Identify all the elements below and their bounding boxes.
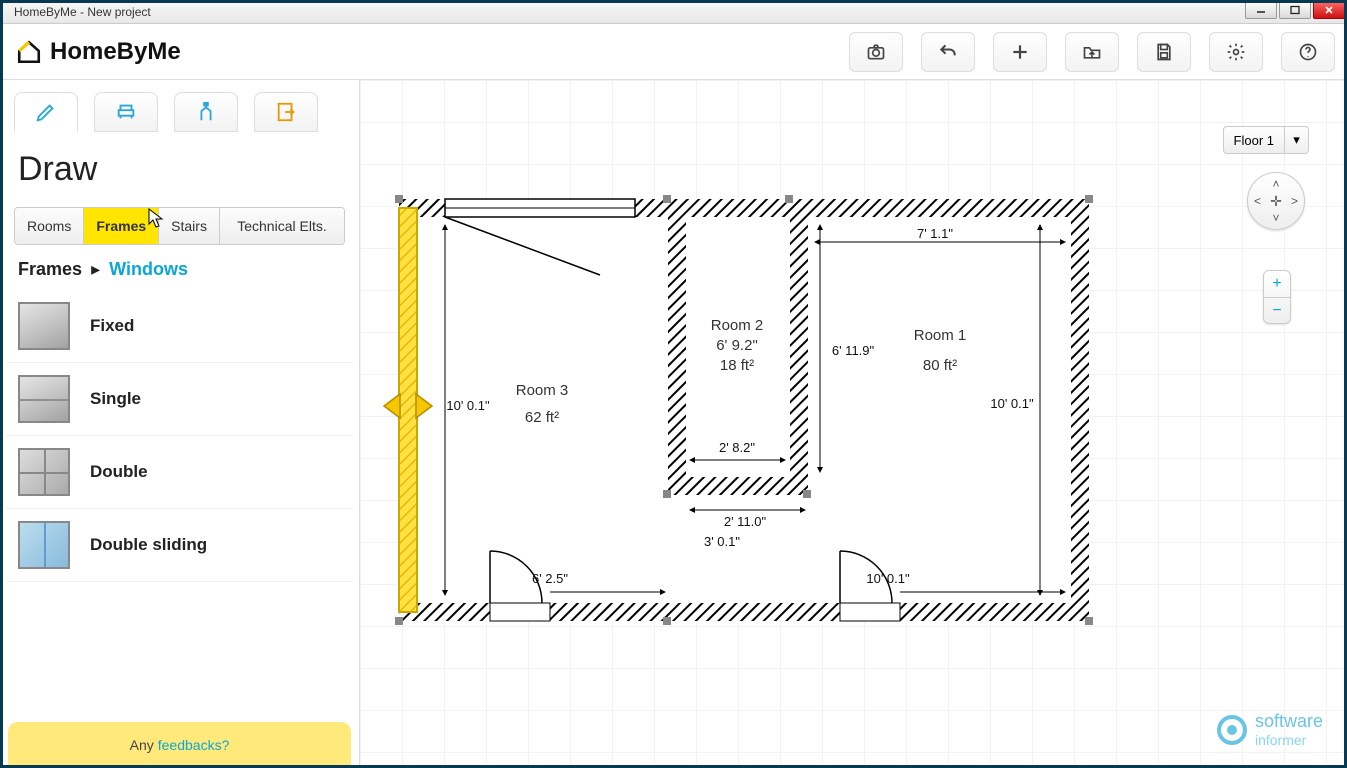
zoom-in-button[interactable]: +	[1264, 271, 1290, 297]
cat-tab-technical[interactable]: Technical Elts.	[220, 208, 344, 244]
add-button[interactable]	[993, 32, 1047, 72]
floorplan[interactable]: Room 3 62 ft² Room 2 6' 9.2" 18 ft² Room…	[390, 190, 1098, 630]
item-fixed[interactable]: Fixed	[6, 290, 353, 363]
zoom-out-button[interactable]: −	[1264, 297, 1290, 323]
help-button[interactable]	[1281, 32, 1335, 72]
mode-tab-decorate[interactable]	[174, 92, 238, 132]
undo-button[interactable]	[921, 32, 975, 72]
pan-center[interactable]: ✛	[1270, 193, 1282, 210]
item-label: Fixed	[90, 316, 134, 336]
window-title: HomeByMe - New project	[14, 5, 151, 19]
item-list: Fixed Single Double Double sliding	[0, 286, 359, 586]
save-button[interactable]	[1137, 32, 1191, 72]
watermark-icon	[1217, 715, 1247, 745]
snapshot-button[interactable]	[849, 32, 903, 72]
mode-tabs	[0, 80, 359, 132]
cat-tab-frames[interactable]: Frames	[84, 208, 159, 244]
section-title: Draw	[0, 132, 359, 199]
watermark: software informer	[1217, 711, 1323, 748]
item-label: Double sliding	[90, 535, 207, 555]
window-double-sliding-icon	[18, 521, 70, 569]
floor-selector[interactable]: Floor 1 ▾	[1223, 126, 1309, 154]
settings-button[interactable]	[1209, 32, 1263, 72]
room2-width: 6' 9.2"	[716, 337, 758, 354]
item-double-sliding[interactable]: Double sliding	[6, 509, 353, 582]
breadcrumb-sep: ▸	[91, 259, 100, 279]
item-double[interactable]: Double	[6, 436, 353, 509]
dim-r3-left: 10' 0.1"	[446, 398, 490, 413]
item-single[interactable]: Single	[6, 363, 353, 436]
sidebar: Draw Rooms Frames Stairs Technical Elts.…	[0, 80, 360, 768]
breadcrumb: Frames ▸ Windows	[0, 245, 359, 286]
mode-tab-draw[interactable]	[14, 92, 78, 132]
pan-up[interactable]: ˄	[1272, 177, 1279, 191]
floor-label: Floor 1	[1224, 133, 1284, 148]
window-close-button[interactable]	[1313, 1, 1345, 19]
room1-area: 80 ft²	[923, 357, 957, 374]
cat-tab-stairs[interactable]: Stairs	[159, 208, 220, 244]
feedback-bar[interactable]: Any feedbacks?	[8, 722, 351, 768]
dim-r1-right: 10' 0.1"	[990, 396, 1034, 411]
open-button[interactable]	[1065, 32, 1119, 72]
zoom-control: + −	[1263, 270, 1291, 324]
pan-left[interactable]: ˂	[1254, 194, 1261, 208]
room2-label: Room 2	[711, 317, 764, 334]
window-fixed-icon	[18, 302, 70, 350]
pan-down[interactable]: ˅	[1272, 211, 1279, 225]
dim-door-r3: 6' 2.5"	[532, 571, 568, 586]
app-toolbar: HomeByMe	[0, 24, 1347, 80]
chevron-down-icon: ▾	[1284, 127, 1308, 153]
category-tabs: Rooms Frames Stairs Technical Elts.	[14, 207, 345, 245]
breadcrumb-root[interactable]: Frames	[18, 259, 82, 279]
room1-label: Room 1	[914, 327, 967, 344]
dim-door-r1: 10' 0.1"	[866, 571, 910, 586]
mode-tab-export[interactable]	[254, 92, 318, 132]
item-label: Double	[90, 462, 148, 482]
feedback-link[interactable]: feedbacks?	[158, 737, 230, 753]
canvas[interactable]: Room 3 62 ft² Room 2 6' 9.2" 18 ft² Room…	[360, 80, 1347, 768]
dim-mid2: 3' 0.1"	[704, 534, 740, 549]
window-single-icon	[18, 375, 70, 423]
window-double-icon	[18, 448, 70, 496]
pan-right[interactable]: ˃	[1291, 194, 1298, 208]
room3-area: 62 ft²	[525, 409, 559, 426]
window-titlebar: HomeByMe - New project	[0, 0, 1347, 24]
item-label: Single	[90, 389, 141, 409]
dim-r1-left: 6' 11.9"	[832, 343, 875, 358]
breadcrumb-current[interactable]: Windows	[109, 259, 188, 279]
room3-label: Room 3	[516, 382, 569, 399]
feedback-prefix: Any	[130, 737, 154, 753]
dim-mid1: 2' 11.0"	[724, 514, 767, 529]
room2-area: 18 ft²	[720, 357, 754, 374]
selected-wall[interactable]	[399, 208, 417, 612]
mode-tab-furnish[interactable]	[94, 92, 158, 132]
window-minimize-button[interactable]	[1245, 1, 1277, 19]
dim-r2-bottom: 2' 8.2"	[719, 440, 755, 455]
cat-tab-rooms[interactable]: Rooms	[15, 208, 84, 244]
dim-r1-top: 7' 1.1"	[917, 226, 953, 241]
brand-logo[interactable]: HomeByMe	[16, 38, 181, 66]
pan-control[interactable]: ˄ ˅ ˂ ˃ ✛	[1247, 172, 1305, 230]
window-maximize-button[interactable]	[1279, 1, 1311, 19]
